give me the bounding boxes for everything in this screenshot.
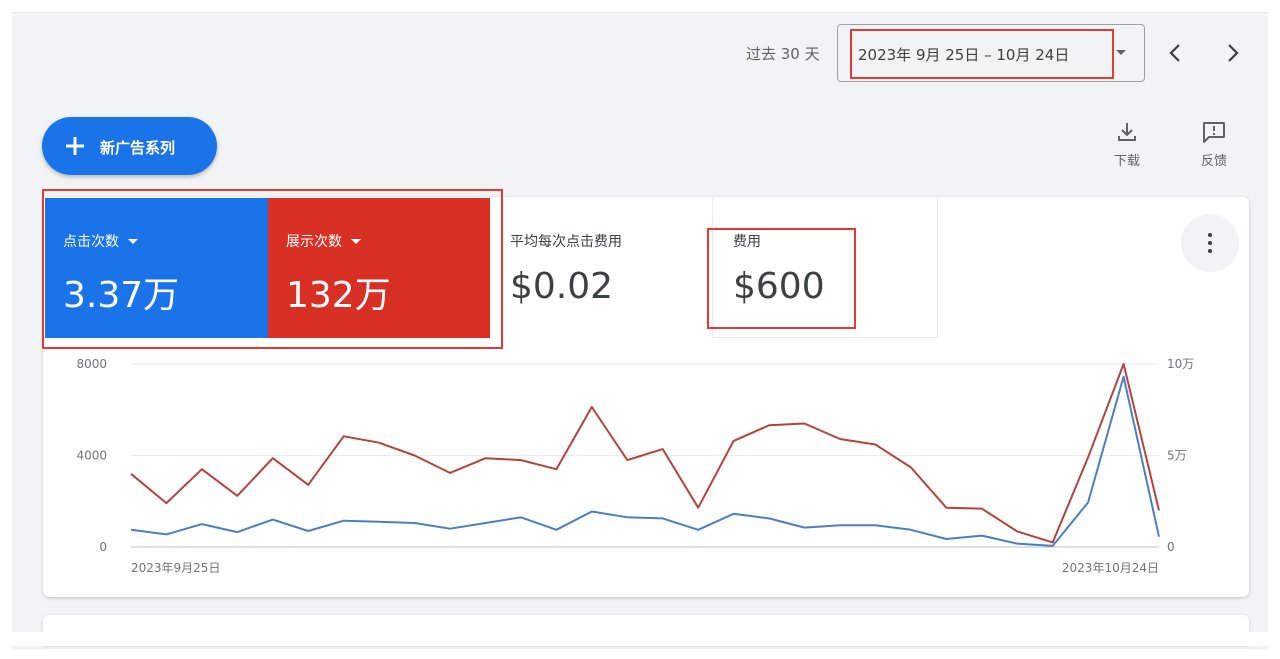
metric-label-cost: 费用 <box>733 234 761 250</box>
previous-period-button[interactable] <box>1161 37 1189 69</box>
more-options-button[interactable] <box>1181 214 1239 272</box>
x-axis-start-label: 2023年9月25日 <box>131 561 220 575</box>
x-axis: 2023年9月25日 2023年10月24日 <box>131 561 1159 575</box>
feedback-icon <box>1203 122 1225 143</box>
download-label: 下载 <box>1113 154 1140 169</box>
more-vert-icon <box>1208 233 1212 237</box>
left-axis-tick-label: 4000 <box>76 449 107 463</box>
feedback-label: 反馈 <box>1200 154 1227 169</box>
download-icon <box>1118 123 1136 141</box>
feedback-button[interactable]: 反馈 <box>1189 120 1239 169</box>
metric-label-impressions: 展示次数 <box>286 231 361 251</box>
bottom-scrollbar-area <box>12 632 1268 646</box>
chart-series <box>130 363 1160 547</box>
metric-tile-impressions[interactable]: 展示次数 132万 <box>268 198 490 338</box>
download-button[interactable]: 下载 <box>1102 120 1152 169</box>
left-axis-tick-label: 0 <box>99 540 107 554</box>
series-line-impressions <box>130 363 1160 544</box>
metric-value-cost: $600 <box>733 266 825 307</box>
date-range-label: 过去 30 天 <box>746 45 820 63</box>
caret-down-icon <box>351 238 361 244</box>
right-axis: 10万 5万 0 <box>1167 357 1194 554</box>
metric-value-clicks: 3.37万 <box>63 275 180 316</box>
x-axis-end-label: 2023年10月24日 <box>1062 561 1159 575</box>
metric-value-impressions: 132万 <box>286 275 391 316</box>
right-axis-tick-label: 10万 <box>1167 357 1194 371</box>
new-campaign-label: 新广告系列 <box>100 139 176 157</box>
new-campaign-button[interactable]: 新广告系列 <box>42 117 217 175</box>
metric-tile-avg-cpc[interactable]: 平均每次点击费用 $0.02 <box>492 198 713 338</box>
metric-label-clicks: 点击次数 <box>63 231 138 251</box>
chevron-down-icon[interactable] <box>1116 50 1126 55</box>
left-axis: 8000 4000 0 <box>76 357 107 554</box>
left-axis-tick-label: 8000 <box>76 357 107 371</box>
chevron-left-icon <box>1169 44 1180 62</box>
next-period-button[interactable] <box>1219 37 1247 69</box>
date-range-highlight <box>850 29 1114 79</box>
metric-tile-cost[interactable]: 费用 $600 <box>713 198 938 338</box>
chevron-right-icon <box>1228 44 1239 62</box>
series-line-clicks <box>130 375 1160 547</box>
metric-value-avg-cpc: $0.02 <box>510 266 614 307</box>
plus-icon <box>66 137 84 155</box>
performance-chart: 8000 4000 0 10万 5万 0 2023年9月25日 2023年10月24日 <box>76 357 1194 575</box>
right-axis-tick-label: 0 <box>1167 540 1175 554</box>
right-axis-tick-label: 5万 <box>1167 449 1187 463</box>
metric-label-avg-cpc: 平均每次点击费用 <box>510 234 622 250</box>
caret-down-icon <box>128 238 138 244</box>
metric-tile-clicks[interactable]: 点击次数 3.37万 <box>45 198 268 338</box>
